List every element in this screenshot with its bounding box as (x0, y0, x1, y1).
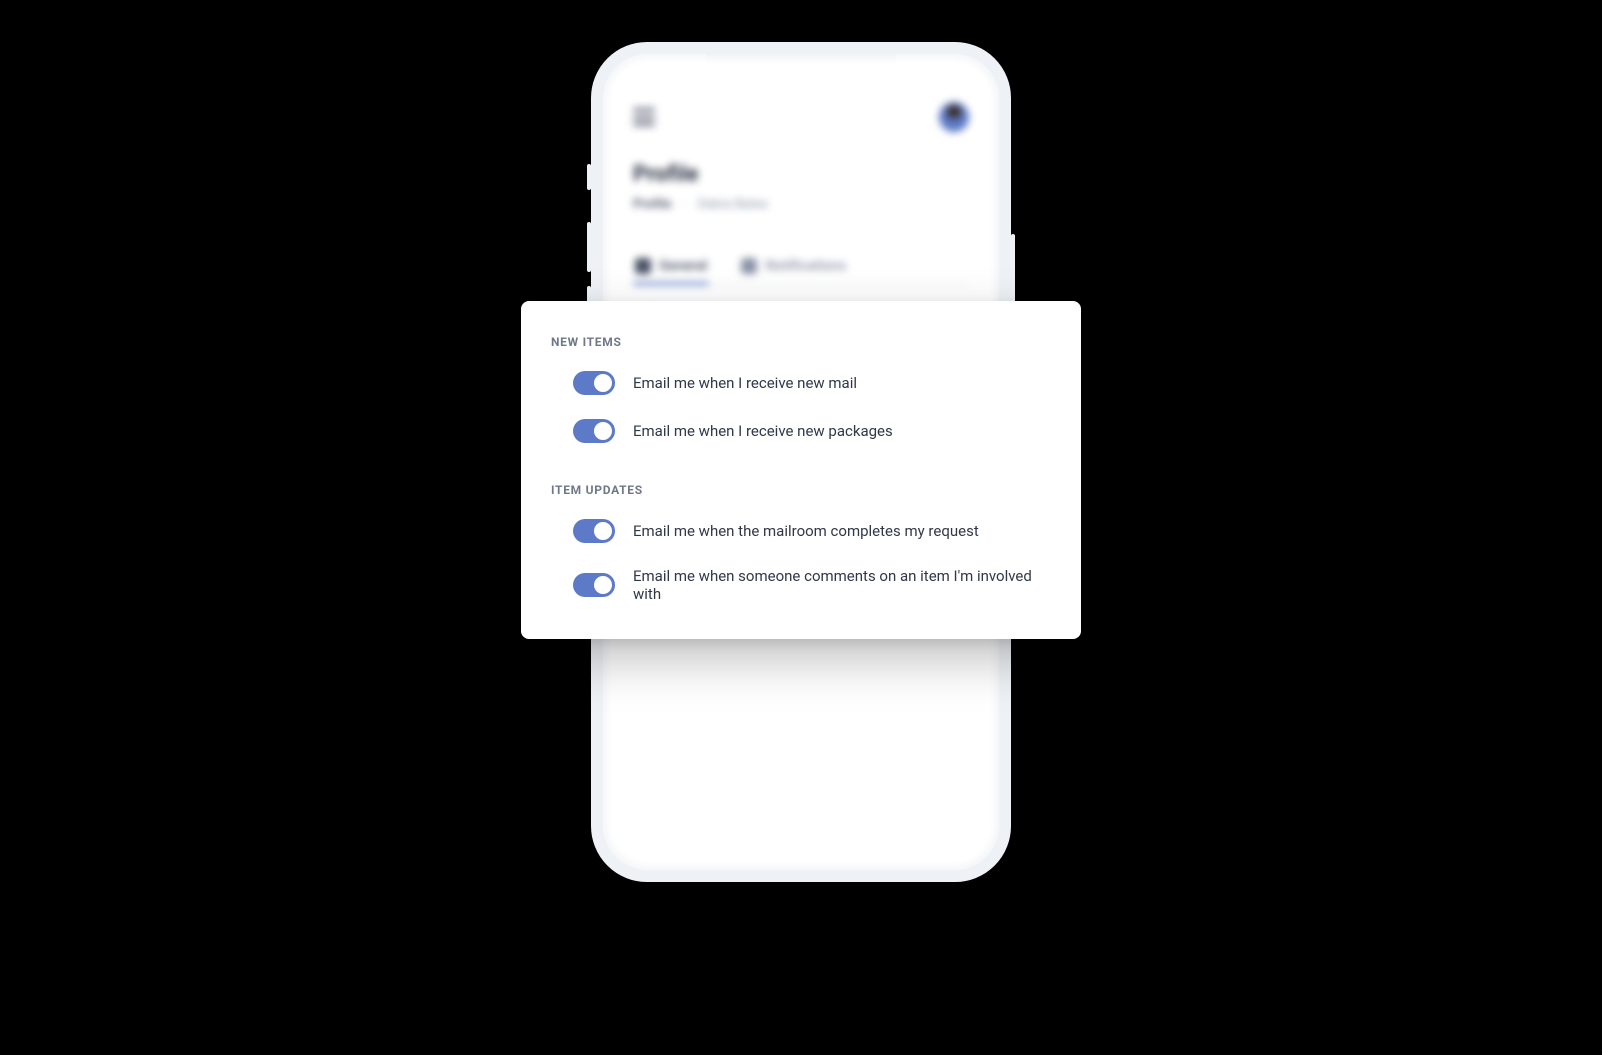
phone-header (633, 102, 969, 132)
toggle-label: Email me when I receive new mail (633, 374, 857, 392)
toggle-new-mail[interactable] (573, 371, 615, 395)
breadcrumb-current: Debra Bates (698, 197, 768, 212)
breadcrumb: Profile › Debra Bates (633, 197, 969, 212)
tab-label: General (659, 258, 707, 274)
toggle-label: Email me when the mailroom completes my … (633, 522, 979, 540)
toggle-row-new-mail: Email me when I receive new mail (551, 371, 1051, 395)
section-title: ITEM UPDATES (551, 483, 1051, 497)
toggle-comments[interactable] (573, 573, 615, 597)
toggle-label: Email me when I receive new packages (633, 422, 893, 440)
hamburger-icon[interactable] (633, 108, 655, 126)
bell-icon (741, 258, 757, 274)
phone-side-button (1011, 234, 1015, 310)
toggle-row-comments: Email me when someone comments on an ite… (551, 567, 1051, 603)
breadcrumb-root[interactable]: Profile (633, 197, 671, 212)
page-title: Profile (633, 162, 969, 187)
chevron-right-icon: › (683, 197, 687, 212)
avatar[interactable] (939, 102, 969, 132)
tab-notifications[interactable]: Notifications (739, 248, 848, 284)
section-new-items: NEW ITEMS Email me when I receive new ma… (551, 335, 1051, 443)
tab-label: Notifications (765, 258, 846, 274)
section-title: NEW ITEMS (551, 335, 1051, 349)
tab-general[interactable]: General (633, 248, 709, 284)
toggle-mailroom-complete[interactable] (573, 519, 615, 543)
tabs: General Notifications (633, 248, 969, 285)
toggle-row-mailroom-complete: Email me when the mailroom completes my … (551, 519, 1051, 543)
toggle-new-packages[interactable] (573, 419, 615, 443)
phone-side-button (587, 164, 591, 190)
toggle-label: Email me when someone comments on an ite… (633, 567, 1051, 603)
toggle-row-new-packages: Email me when I receive new packages (551, 419, 1051, 443)
notification-settings-card: NEW ITEMS Email me when I receive new ma… (521, 301, 1081, 639)
phone-side-button (587, 222, 591, 272)
user-icon (635, 258, 651, 274)
section-item-updates: ITEM UPDATES Email me when the mailroom … (551, 483, 1051, 603)
